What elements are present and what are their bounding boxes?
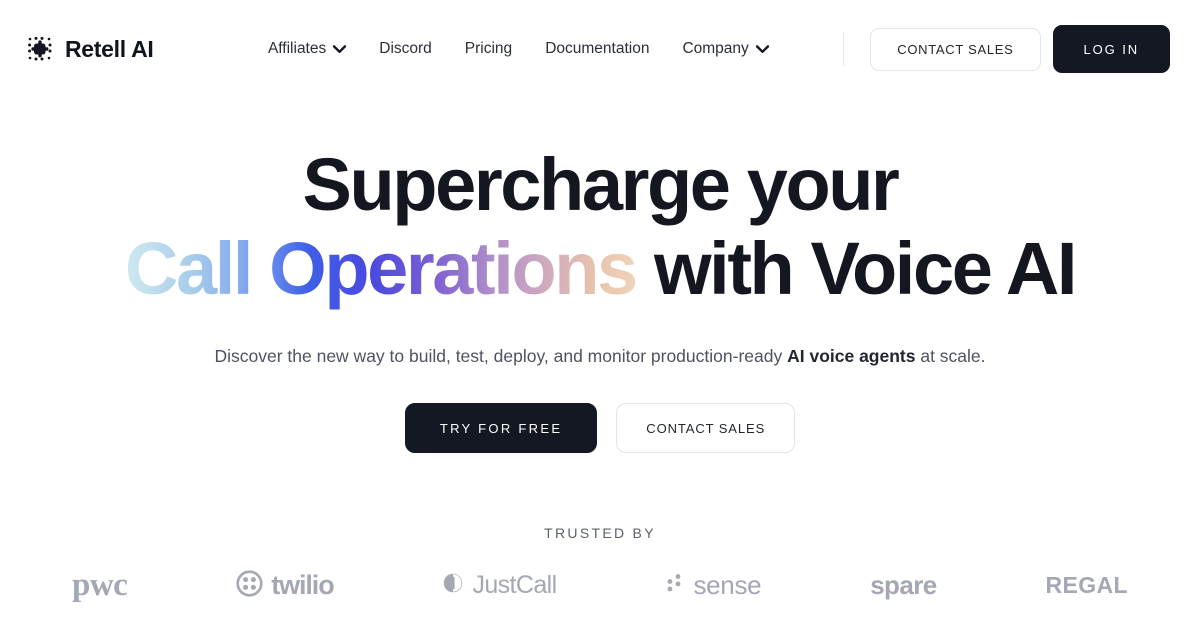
sense-four-dots-icon: [665, 572, 685, 599]
hero-contact-sales-button[interactable]: CONTACT SALES: [616, 403, 796, 454]
logo-regal: REGAL: [1045, 572, 1128, 599]
nav-item-company[interactable]: Company: [682, 40, 769, 58]
main-navigation: Affiliates Discord Pricing Documentation…: [193, 40, 843, 58]
logo-twilio: twilio: [236, 570, 335, 602]
brand-name: Retell AI: [65, 35, 154, 62]
nav-label: Documentation: [545, 40, 650, 57]
logo-regal-text: REGAL: [1045, 572, 1128, 599]
nav-item-documentation[interactable]: Documentation: [545, 40, 649, 58]
brand-logo[interactable]: Retell AI: [26, 35, 154, 63]
nav-label: Pricing: [464, 40, 513, 57]
try-for-free-button[interactable]: TRY FOR FREE: [404, 403, 598, 454]
trusted-by-label: TRUSTED BY: [544, 525, 656, 542]
logo-justcall: JustCall: [442, 571, 557, 600]
chevron-down-icon: [755, 40, 769, 58]
header-contact-sales-button[interactable]: CONTACT SALES: [870, 27, 1041, 71]
nav-label: Company: [682, 40, 749, 57]
subhead-part-1: Discover the new way to build, test, dep…: [214, 345, 788, 366]
site-header: Retell AI Affiliates Discord Pricing Doc…: [0, 0, 1200, 98]
nav-item-discord[interactable]: Discord: [379, 40, 432, 58]
hero-section: Supercharge your Call Operations with Vo…: [0, 98, 1200, 454]
logo-sense-text: sense: [693, 570, 762, 601]
nav-item-affiliates[interactable]: Affiliates: [267, 40, 347, 58]
nav-label: Discord: [379, 40, 432, 57]
logo-twilio-text: twilio: [271, 570, 334, 601]
headline-tail-text: with Voice AI: [654, 227, 1077, 311]
trusted-by-logos: pwc twilio JustCall sense spare REGAL: [0, 567, 1200, 604]
hero-subheading: Discover the new way to build, test, dep…: [0, 342, 1200, 370]
header-log-in-button[interactable]: LOG IN: [1052, 25, 1170, 73]
headline-gradient-text: Call Operations: [124, 227, 638, 311]
hero-cta-row: TRY FOR FREE CONTACT SALES: [0, 403, 1200, 454]
nav-item-pricing[interactable]: Pricing: [465, 40, 512, 58]
subhead-part-2: at scale.: [915, 345, 986, 366]
twilio-circle-dots-icon: [236, 570, 263, 602]
logo-sense: sense: [665, 570, 762, 601]
nav-label: Affiliates: [267, 40, 327, 57]
header-actions: CONTACT SALES LOG IN: [843, 25, 1170, 73]
headline-line-1: Supercharge your: [302, 143, 900, 226]
logo-spare-text: spare: [870, 570, 937, 601]
subhead-emphasis: AI voice agents: [787, 345, 916, 366]
landing-page: Retell AI Affiliates Discord Pricing Doc…: [0, 0, 1200, 623]
page-title: Supercharge your Call Operations with Vo…: [0, 143, 1200, 309]
logo-pwc: pwc: [72, 567, 128, 604]
logo-justcall-text: JustCall: [472, 571, 557, 600]
justcall-split-circle-icon: [442, 572, 464, 599]
logo-spare: spare: [870, 570, 937, 601]
headline-line-2: Call Operations with Voice AI: [0, 230, 1200, 308]
header-divider: [843, 32, 845, 66]
logo-pwc-text: pwc: [72, 567, 128, 604]
chevron-down-icon: [333, 40, 347, 58]
retell-dot-grid-icon: [26, 35, 54, 63]
